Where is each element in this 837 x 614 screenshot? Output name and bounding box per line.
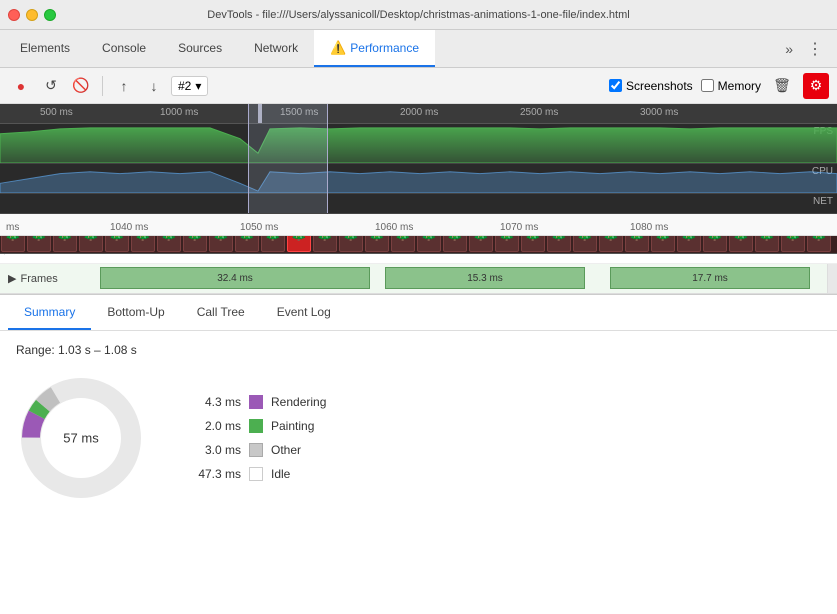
p-tick-ms: ms: [6, 222, 19, 233]
toolbar: ● ↺ 🚫 ↑ ↓ #2 ▾ Screenshots Memory 🗑 ⚙: [0, 68, 837, 104]
upload-icon: ↑: [121, 78, 128, 94]
stop-icon: 🚫: [72, 77, 89, 94]
tab-call-tree[interactable]: Call Tree: [181, 295, 261, 330]
net-lane: NET: [0, 194, 837, 214]
main-layout: 500 ms 1000 ms 1500 ms 2000 ms 2500 ms 3…: [0, 104, 837, 614]
tab-network[interactable]: Network: [238, 30, 314, 67]
window-controls: [8, 9, 56, 21]
rendering-value: 4.3 ms: [186, 395, 241, 409]
settings-button[interactable]: ⚙: [803, 73, 829, 99]
tab-elements[interactable]: Elements: [4, 30, 86, 67]
fps-chart: [0, 124, 837, 163]
timeline-overview[interactable]: 500 ms 1000 ms 1500 ms 2000 ms 2500 ms 3…: [0, 104, 837, 214]
reload-button[interactable]: ↺: [38, 73, 64, 99]
other-swatch: [249, 443, 263, 457]
memory-checkbox[interactable]: [701, 79, 714, 92]
summary-content: Range: 1.03 s – 1.08 s: [0, 331, 837, 614]
network-track-content: [104, 236, 833, 263]
chart-legend: 4.3 ms Rendering 2.0 ms Painting 3.0 ms …: [186, 395, 326, 481]
maximize-button[interactable]: [44, 9, 56, 21]
summary-range: Range: 1.03 s – 1.08 s: [16, 343, 821, 357]
net-label: NET: [813, 196, 833, 207]
p-tick-1070: 1070 ms: [500, 222, 538, 233]
cpu-lane: CPU: [0, 164, 837, 194]
other-value: 3.0 ms: [186, 443, 241, 457]
delete-recording-button[interactable]: 🗑: [769, 73, 795, 99]
frames-track: ▶ Frames 32.4 ms 15.3 ms 17.7 ms: [0, 264, 837, 294]
horizontal-scrollbar[interactable]: [827, 264, 837, 293]
frames-expand-icon: ▶: [8, 272, 16, 285]
memory-checkbox-label[interactable]: Memory: [701, 79, 761, 93]
chevron-down-icon: ▾: [195, 79, 201, 93]
donut-center-label: 57 ms: [63, 431, 98, 446]
idle-label: Idle: [271, 467, 290, 481]
tab-event-log[interactable]: Event Log: [261, 295, 347, 330]
tab-summary[interactable]: Summary: [8, 295, 91, 330]
frame-block-1[interactable]: 15.3 ms: [385, 267, 585, 289]
idle-value: 47.3 ms: [186, 467, 241, 481]
painting-label: Painting: [271, 419, 314, 433]
more-tabs-button[interactable]: »: [777, 37, 801, 61]
devtools-menu-button[interactable]: ⋮: [801, 35, 829, 63]
download-button[interactable]: ↓: [141, 73, 167, 99]
session-selector[interactable]: #2 ▾: [171, 76, 208, 96]
toolbar-separator-1: [102, 76, 103, 96]
p-tick-1080: 1080 ms: [630, 222, 668, 233]
frames-content: 32.4 ms 15.3 ms 17.7 ms: [100, 264, 827, 293]
legend-item-rendering: 4.3 ms Rendering: [186, 395, 326, 409]
p-tick-1050: 1050 ms: [240, 222, 278, 233]
upload-button[interactable]: ↑: [111, 73, 137, 99]
legend-item-idle: 47.3 ms Idle: [186, 467, 326, 481]
close-button[interactable]: [8, 9, 20, 21]
profiler-main: ms 1040 ms 1050 ms 1060 ms 1070 ms 1080 …: [0, 214, 837, 295]
summary-tabs: Summary Bottom-Up Call Tree Event Log: [0, 295, 837, 331]
nav-extras: » ⋮: [777, 30, 833, 67]
tick-2500ms: 2500 ms: [520, 107, 558, 118]
tab-console[interactable]: Console: [86, 30, 162, 67]
legend-item-other: 3.0 ms Other: [186, 443, 326, 457]
screenshots-checkbox-label[interactable]: Screenshots: [609, 79, 693, 93]
network-track: ▶ Network: [0, 236, 837, 264]
warning-icon: ⚠️: [330, 40, 346, 56]
timeline-ruler: 500 ms 1000 ms 1500 ms 2000 ms 2500 ms 3…: [0, 104, 837, 124]
rendering-swatch: [249, 395, 263, 409]
minimize-button[interactable]: [26, 9, 38, 21]
tick-1000ms: 1000 ms: [160, 107, 198, 118]
p-tick-1040: 1040 ms: [110, 222, 148, 233]
tab-performance[interactable]: ⚠️ Performance: [314, 30, 435, 67]
gear-icon: ⚙: [810, 77, 823, 94]
painting-swatch: [249, 419, 263, 433]
frame-block-2[interactable]: 17.7 ms: [610, 267, 810, 289]
legend-item-painting: 2.0 ms Painting: [186, 419, 326, 433]
donut-chart: 57 ms: [16, 373, 146, 503]
idle-swatch: [249, 467, 263, 481]
p-tick-1060: 1060 ms: [375, 222, 413, 233]
tick-2000ms: 2000 ms: [400, 107, 438, 118]
other-label: Other: [271, 443, 301, 457]
timeline-handle[interactable]: [258, 104, 262, 123]
frames-track-label[interactable]: ▶ Frames: [0, 272, 100, 285]
tick-1500ms: 1500 ms: [280, 107, 318, 118]
rendering-label: Rendering: [271, 395, 326, 409]
chart-area: 57 ms 4.3 ms Rendering 2.0 ms Painting: [16, 373, 821, 503]
tab-bottom-up[interactable]: Bottom-Up: [91, 295, 180, 330]
cpu-chart: [0, 164, 837, 193]
titlebar: DevTools - file:///Users/alyssanicoll/De…: [0, 0, 837, 30]
nav-tabs: Elements Console Sources Network ⚠️ Perf…: [0, 30, 837, 68]
profiler-ruler: ms 1040 ms 1050 ms 1060 ms 1070 ms 1080 …: [0, 214, 837, 236]
stop-button[interactable]: 🚫: [68, 73, 94, 99]
painting-value: 2.0 ms: [186, 419, 241, 433]
download-icon: ↓: [151, 78, 158, 94]
tab-sources[interactable]: Sources: [162, 30, 238, 67]
fps-lane: FPS: [0, 124, 837, 164]
window-title: DevTools - file:///Users/alyssanicoll/De…: [207, 9, 629, 21]
frame-block-0[interactable]: 32.4 ms: [100, 267, 370, 289]
tick-500ms: 500 ms: [40, 107, 73, 118]
toolbar-right: Screenshots Memory 🗑 ⚙: [609, 73, 829, 99]
screenshots-checkbox[interactable]: [609, 79, 622, 92]
tick-3000ms: 3000 ms: [640, 107, 678, 118]
record-button[interactable]: ●: [8, 73, 34, 99]
trash-icon: 🗑: [773, 77, 791, 94]
bottom-panel: Summary Bottom-Up Call Tree Event Log Ra…: [0, 295, 837, 614]
